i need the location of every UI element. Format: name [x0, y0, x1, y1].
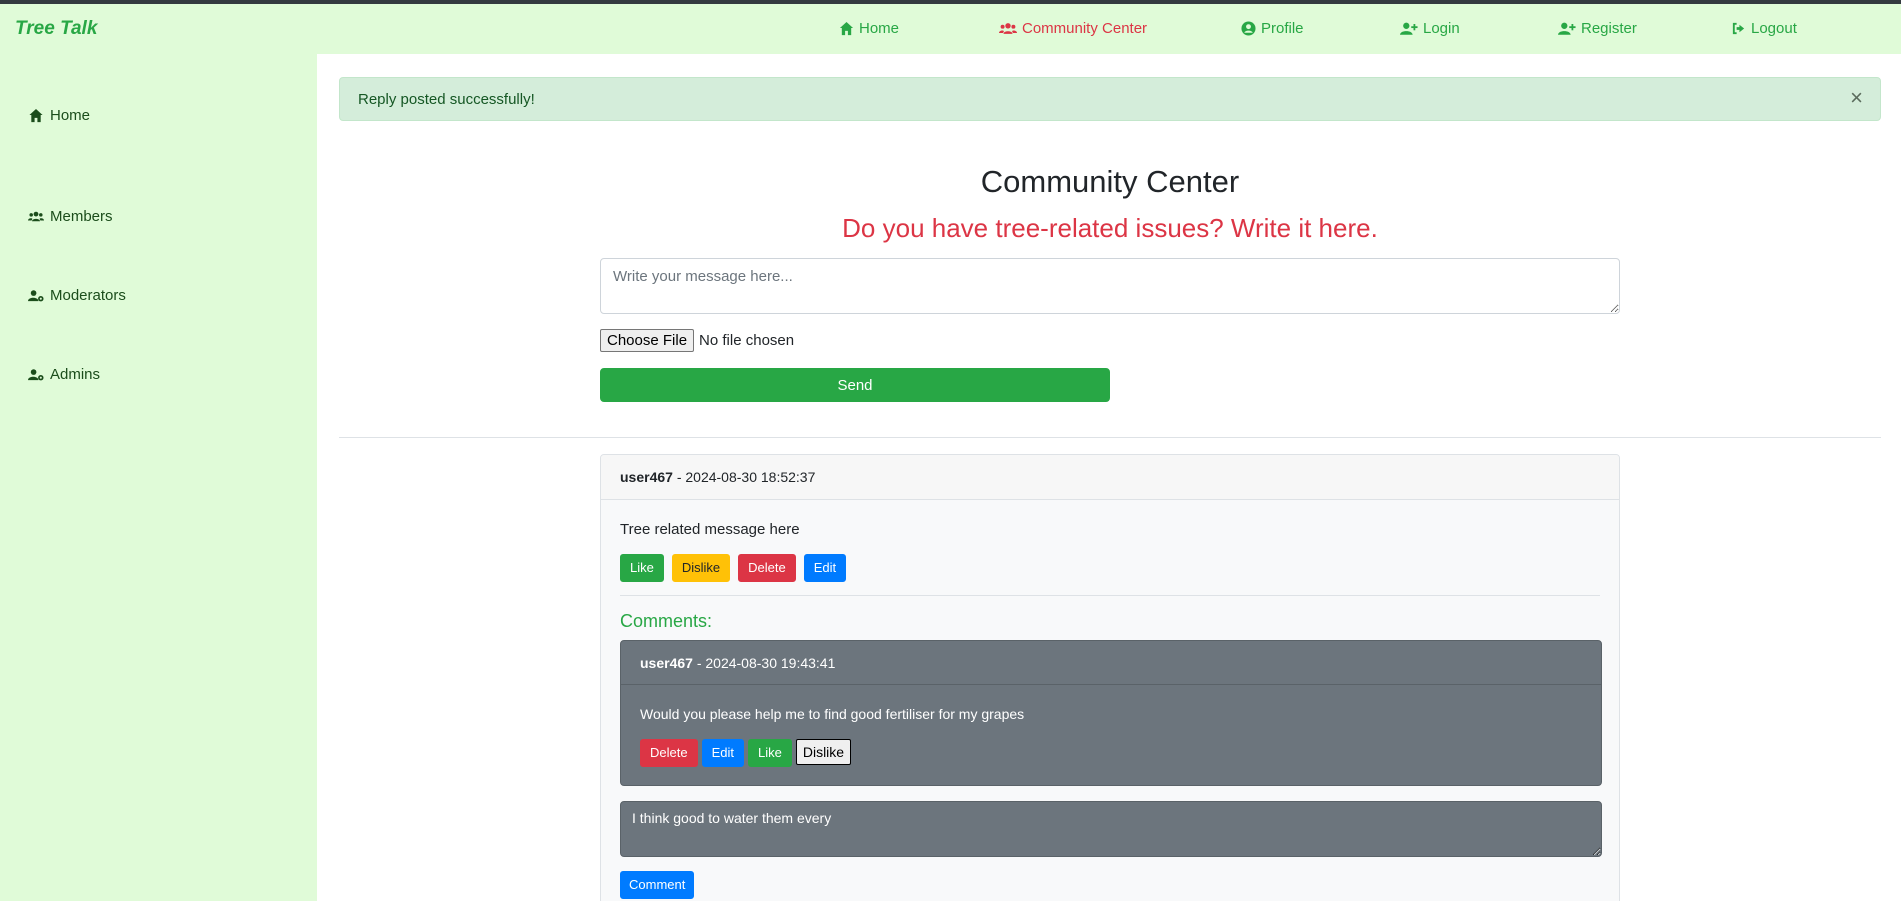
comment-dislike-button[interactable]: Dislike: [795, 739, 852, 765]
sidebar-item-label: Admins: [50, 366, 101, 383]
comment-card: user467 - 2024-08-30 19:43:41 Would you …: [620, 640, 1602, 786]
sidebar-item-label: Members: [50, 208, 113, 225]
page-subtitle: Do you have tree-related issues? Write i…: [842, 213, 1378, 243]
message-input[interactable]: [600, 258, 1620, 314]
nav-logout[interactable]: Logout: [1731, 20, 1797, 37]
sidebar-item-admins[interactable]: Admins: [28, 366, 100, 383]
user-cog-icon: [28, 290, 44, 302]
post-text: Tree related message here: [620, 521, 800, 538]
nav-register[interactable]: Register: [1558, 20, 1637, 37]
close-icon[interactable]: ×: [1850, 87, 1863, 109]
comment-header: user467 - 2024-08-30 19:43:41: [621, 641, 1601, 685]
alert-message: Reply posted successfully!: [358, 91, 535, 108]
nav-profile-label: Profile: [1261, 20, 1304, 37]
nav-home[interactable]: Home: [839, 20, 899, 37]
sidebar-item-home[interactable]: Home: [28, 107, 90, 124]
brand-logo[interactable]: Tree Talk: [15, 18, 97, 40]
like-button[interactable]: Like: [620, 554, 664, 582]
user-cog-icon: [28, 369, 44, 381]
send-button[interactable]: Send: [600, 368, 1110, 402]
divider: [339, 437, 1881, 438]
comment-input[interactable]: I think good to water them every: [620, 801, 1602, 857]
sidebar-item-moderators[interactable]: Moderators: [28, 287, 126, 304]
users-icon: [999, 23, 1017, 34]
comment-edit-button[interactable]: Edit: [701, 739, 744, 767]
file-upload: Choose File No file chosen: [600, 329, 794, 352]
home-icon: [29, 108, 43, 123]
nav-profile[interactable]: Profile: [1241, 20, 1304, 37]
sidebar-item-label: Home: [50, 107, 91, 124]
success-alert: Reply posted successfully! ×: [339, 77, 1881, 121]
nav-logout-label: Logout: [1751, 20, 1797, 37]
divider: [620, 595, 1600, 596]
users-icon: [28, 211, 44, 222]
user-plus-icon: [1558, 22, 1576, 35]
nav-login-label: Login: [1423, 20, 1460, 37]
sidebar-item-label: Moderators: [50, 287, 126, 304]
comment-button[interactable]: Comment: [620, 871, 695, 899]
page-title: Community Center: [980, 164, 1240, 199]
sign-out-icon: [1732, 22, 1745, 35]
home-icon: [839, 21, 854, 36]
post-actions: Like Dislike Delete Edit: [620, 554, 847, 582]
comments-heading: Comments:: [620, 611, 713, 631]
post-card: user467 - 2024-08-30 18:52:37 Tree relat…: [600, 454, 1620, 901]
post-timestamp: - 2024-08-30 18:52:37: [676, 469, 816, 485]
nav-register-label: Register: [1581, 20, 1637, 37]
nav-login[interactable]: Login: [1400, 20, 1460, 37]
nav-community-center[interactable]: Community Center: [999, 20, 1147, 37]
comment-text: Would you please help me to find good fe…: [640, 706, 1025, 722]
comment-like-button[interactable]: Like: [747, 739, 792, 767]
edit-button[interactable]: Edit: [803, 554, 847, 582]
dislike-button[interactable]: Dislike: [671, 554, 731, 582]
choose-file-button[interactable]: Choose File: [600, 329, 695, 352]
comment-actions: Delete Edit Like Dislike: [640, 739, 852, 767]
comment-delete-button[interactable]: Delete: [640, 739, 698, 767]
sidebar-item-members[interactable]: Members: [28, 208, 113, 225]
nav-home-label: Home: [859, 20, 900, 37]
comment-timestamp: - 2024-08-30 19:43:41: [696, 655, 836, 671]
post-author: user467: [620, 469, 673, 485]
post-header: user467 - 2024-08-30 18:52:37: [601, 455, 1619, 500]
comment-author: user467: [640, 655, 693, 671]
nav-community-center-label: Community Center: [1022, 20, 1148, 37]
file-status: No file chosen: [699, 332, 795, 349]
sidebar: Home Members Moderators Admins: [0, 54, 317, 901]
delete-button[interactable]: Delete: [738, 554, 796, 582]
top-navbar: Tree Talk Home Community Center Profile …: [0, 4, 1901, 54]
user-circle-icon: [1241, 21, 1256, 36]
user-plus-icon: [1400, 22, 1418, 35]
